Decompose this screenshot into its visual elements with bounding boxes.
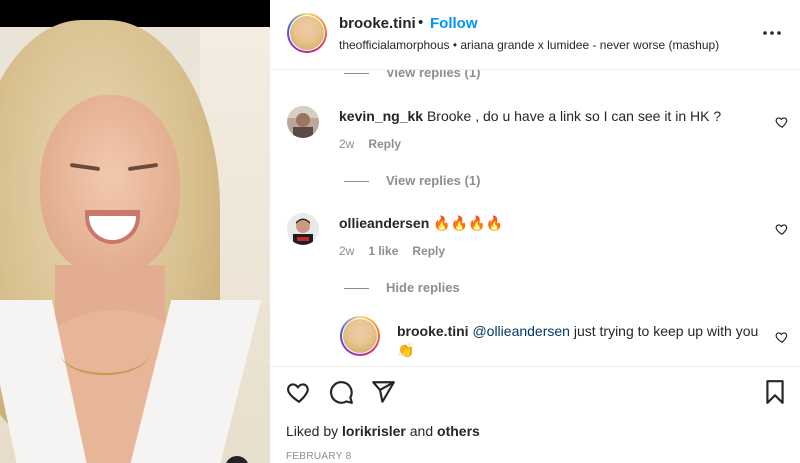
reply-username[interactable]: brooke.tini [397, 323, 469, 339]
author-username[interactable]: brooke.tini [339, 15, 416, 32]
media-face [40, 95, 180, 275]
like-comment-icon[interactable] [775, 222, 789, 236]
reply-button[interactable]: Reply [412, 244, 445, 258]
comment-age: 2w [339, 244, 355, 258]
reply-body: brooke.tini @ollieandersen just trying t… [397, 322, 767, 360]
like-comment-icon[interactable] [775, 115, 789, 129]
view-replies-toggle[interactable]: View replies (1) [386, 173, 480, 188]
media-necklace [60, 330, 150, 375]
post-media[interactable] [0, 0, 270, 463]
more-options-icon[interactable] [761, 22, 783, 44]
comment-text: Brooke , do u have a link so I can see i… [426, 108, 722, 124]
follow-button[interactable]: Follow [430, 15, 478, 32]
reply-mention[interactable]: @ollieandersen [472, 323, 570, 339]
hide-replies-toggle[interactable]: Hide replies [386, 280, 460, 295]
audio-attribution[interactable]: theofficialamorphous • ariana grande x l… [339, 38, 719, 52]
reply-avatar[interactable] [340, 316, 380, 356]
post-panel: brooke.tini • Follow theofficialamorphou… [270, 0, 800, 463]
comment-likes[interactable]: 1 like [368, 244, 398, 258]
comment-meta: 2w 1 like Reply [339, 244, 445, 258]
liked-others[interactable]: others [437, 423, 480, 439]
comments-list[interactable]: View replies (1) kevin_ng_kk Brooke , do… [270, 70, 800, 366]
post-header: brooke.tini • Follow theofficialamorphou… [270, 0, 800, 70]
comment-body: ollieandersen 🔥🔥🔥🔥 [339, 214, 503, 233]
liked-by: Liked by lorikrisler and others [286, 423, 480, 439]
comment-avatar[interactable] [287, 106, 319, 138]
comment-age: 2w [339, 137, 355, 151]
replies-line [344, 288, 369, 289]
author-avatar[interactable] [287, 13, 327, 53]
comment-meta: 2w Reply [339, 137, 401, 151]
save-bookmark-icon[interactable] [762, 379, 788, 405]
header-separator: • [418, 14, 424, 31]
view-replies-toggle-top[interactable]: View replies (1) [386, 70, 480, 80]
media-top-bar [0, 0, 270, 27]
like-reply-icon[interactable] [775, 330, 789, 344]
post-date[interactable]: FEBRUARY 8 [286, 451, 351, 462]
replies-line [344, 181, 369, 182]
comment-body: kevin_ng_kk Brooke , do u have a link so… [339, 107, 721, 126]
liked-and: and [409, 423, 434, 439]
comment-text: 🔥🔥🔥🔥 [433, 215, 503, 231]
post-actions: Liked by lorikrisler and others FEBRUARY… [270, 366, 800, 463]
comment-icon[interactable] [328, 379, 354, 405]
heart-icon[interactable] [286, 379, 312, 405]
comment-username[interactable]: kevin_ng_kk [339, 108, 423, 124]
replies-line [344, 73, 369, 74]
liked-user[interactable]: lorikrisler [342, 423, 406, 439]
share-icon[interactable] [370, 379, 396, 405]
comment-avatar[interactable] [287, 213, 319, 245]
reply-button[interactable]: Reply [368, 137, 401, 151]
liked-prefix: Liked by [286, 423, 339, 439]
comment-username[interactable]: ollieandersen [339, 215, 429, 231]
